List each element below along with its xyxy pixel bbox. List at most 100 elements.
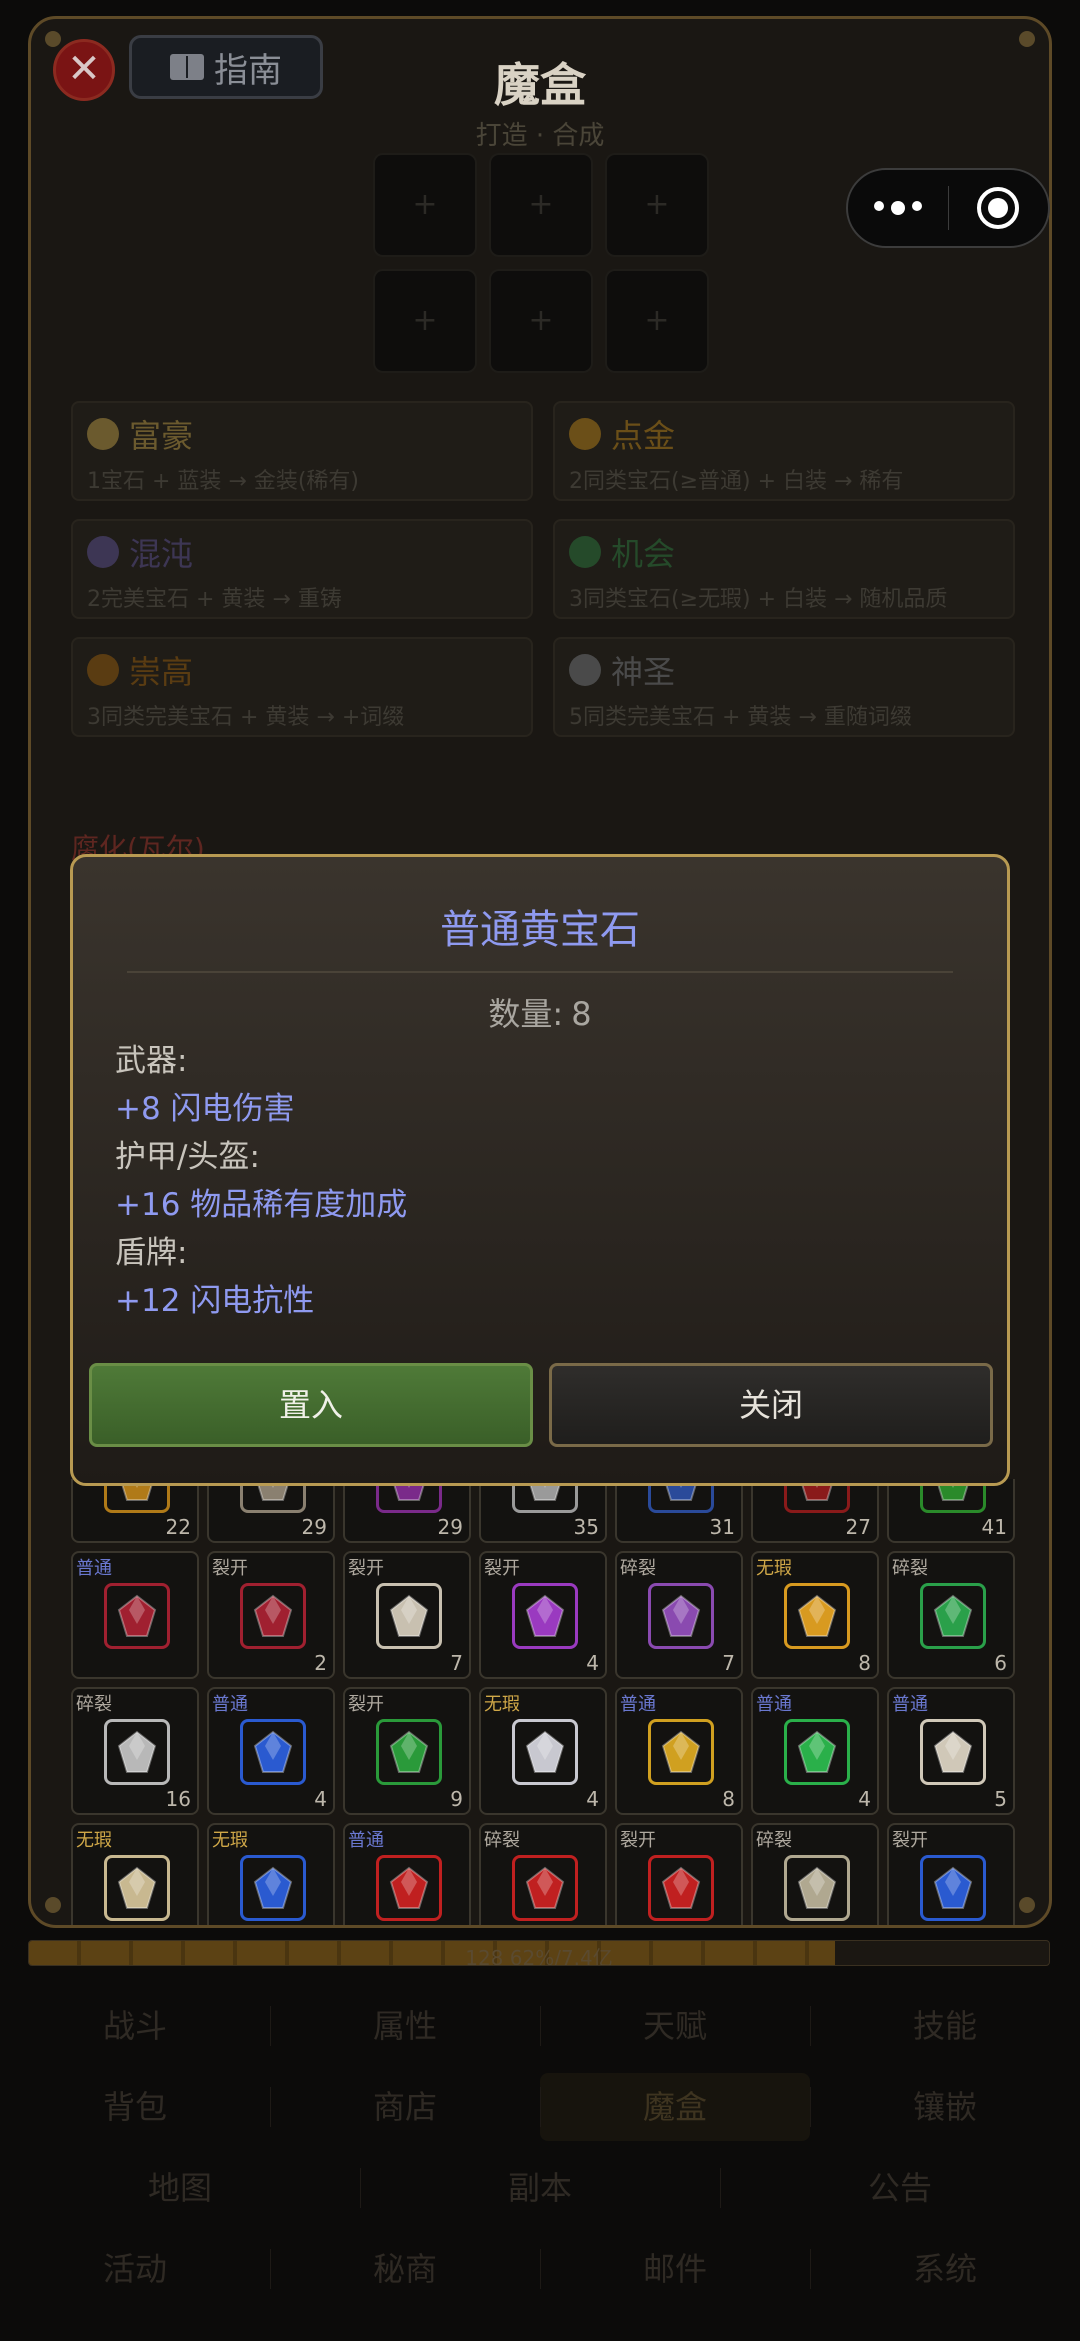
rivet-decoration — [45, 1897, 61, 1913]
quality-tag: 碎裂 — [620, 1558, 656, 1579]
quality-tag: 无瑕 — [212, 1830, 248, 1851]
nav-row: 战斗 属性 天赋 技能 — [0, 1985, 1080, 2066]
inventory-slot[interactable]: 碎裂 — [479, 1823, 607, 1925]
craft-slot[interactable]: + — [373, 269, 477, 373]
nav-item[interactable]: 副本 — [360, 2154, 720, 2222]
exit-target-icon[interactable] — [949, 187, 1049, 229]
item-count: 27 — [845, 1515, 871, 1539]
diamond-icon — [104, 1719, 170, 1785]
inventory-slot[interactable]: 22 — [71, 1479, 199, 1543]
nav-item[interactable]: 天赋 — [540, 1992, 810, 2060]
inventory-slot[interactable]: 裂开 2 — [207, 1551, 335, 1679]
nav-item[interactable]: 背包 — [0, 2073, 270, 2141]
modal-actions: 置入 关闭 — [89, 1363, 993, 1447]
quality-tag: 裂开 — [892, 1830, 928, 1851]
inventory-slot[interactable]: 35 — [479, 1479, 607, 1543]
inventory-slot[interactable]: 29 — [343, 1479, 471, 1543]
stat-value-weapon: +8 闪电伤害 — [115, 1091, 295, 1127]
inventory-slot[interactable]: 普通 8 — [615, 1687, 743, 1815]
craft-slot[interactable]: + — [489, 153, 593, 257]
craft-slot[interactable]: + — [489, 269, 593, 373]
recipe-description: 5同类完美宝石 + 黄装 → 重随词缀 — [569, 705, 912, 730]
nav-row: 活动 秘商 邮件 系统 — [0, 2228, 1080, 2309]
inventory-slot[interactable]: 碎裂 16 — [71, 1687, 199, 1815]
red-diamond-icon — [104, 1583, 170, 1649]
quality-tag: 无瑕 — [76, 1830, 112, 1851]
inventory-slot[interactable]: 碎裂 — [751, 1823, 879, 1925]
nav-item[interactable]: 系统 — [810, 2235, 1080, 2303]
item-quantity: 数量: 8 — [73, 989, 1007, 1035]
inventory-slot[interactable]: 裂开 9 — [343, 1687, 471, 1815]
stat-category-weapon: 武器: — [115, 1043, 188, 1079]
quality-tag: 普通 — [620, 1694, 656, 1715]
recipe-name: 混沌 — [129, 535, 194, 573]
quality-tag: 裂开 — [620, 1830, 656, 1851]
nav-item[interactable]: 秘商 — [270, 2235, 540, 2303]
inventory-slot[interactable]: 裂开 7 — [343, 1551, 471, 1679]
craft-slot[interactable]: + — [605, 269, 709, 373]
quantity-label: 数量: — [488, 995, 564, 1033]
quality-tag: 普通 — [892, 1694, 928, 1715]
exalted-orb-icon — [87, 654, 119, 686]
recipe-card[interactable]: 机会 3同类宝石(≥无瑕) + 白装 → 随机品质 — [553, 519, 1015, 619]
recipe-card[interactable]: 崇高 3同类完美宝石 + 黄装 → +词缀 — [71, 637, 533, 737]
quality-tag: 普通 — [76, 1558, 112, 1579]
amethyst-icon — [648, 1583, 714, 1649]
craft-slot[interactable]: + — [373, 153, 477, 257]
item-count: 4 — [314, 1787, 327, 1811]
quality-tag: 裂开 — [348, 1558, 384, 1579]
recipe-name: 富豪 — [129, 417, 194, 455]
item-count: 22 — [165, 1515, 191, 1539]
quality-tag: 裂开 — [348, 1694, 384, 1715]
place-button[interactable]: 置入 — [89, 1363, 533, 1447]
inventory-slot[interactable]: 无瑕 8 — [751, 1551, 879, 1679]
nav-item[interactable]: 魔盒 — [540, 2072, 810, 2141]
recipe-card[interactable]: 神圣 5同类完美宝石 + 黄装 → 重随词缀 — [553, 637, 1015, 737]
inventory-slot[interactable]: 裂开 — [887, 1823, 1015, 1925]
inventory-slot[interactable]: 31 — [615, 1479, 743, 1543]
nav-item[interactable]: 属性 — [270, 1992, 540, 2060]
inventory-slot[interactable]: 裂开 — [615, 1823, 743, 1925]
amethyst-icon — [512, 1583, 578, 1649]
inventory-slot[interactable]: 29 — [207, 1479, 335, 1543]
quality-tag: 无瑕 — [756, 1558, 792, 1579]
close-button[interactable]: 关闭 — [549, 1363, 993, 1447]
quality-tag: 普通 — [212, 1694, 248, 1715]
inventory-slot[interactable]: 裂开 4 — [479, 1551, 607, 1679]
nav-item[interactable]: 公告 — [720, 2154, 1080, 2222]
nav-item[interactable]: 活动 — [0, 2235, 270, 2303]
item-count: 41 — [981, 1515, 1007, 1539]
inventory-slot[interactable]: 无瑕 — [207, 1823, 335, 1925]
recipe-description: 3同类宝石(≥无瑕) + 白装 → 随机品质 — [569, 587, 948, 612]
nav-item[interactable]: 商店 — [270, 2073, 540, 2141]
experience-bar: 128 62%/7.4亿 — [28, 1940, 1050, 1966]
inventory-slot[interactable]: 41 — [887, 1479, 1015, 1543]
item-count: 16 — [165, 1787, 191, 1811]
craft-slot[interactable]: + — [605, 153, 709, 257]
inventory-slot[interactable]: 碎裂 6 — [887, 1551, 1015, 1679]
nav-item[interactable]: 技能 — [810, 1992, 1080, 2060]
ruby-icon — [648, 1855, 714, 1921]
nav-item[interactable]: 镶嵌 — [810, 2073, 1080, 2141]
inventory-slot[interactable]: 无瑕 4 — [479, 1687, 607, 1815]
inventory-slot[interactable]: 普通 — [71, 1551, 199, 1679]
inventory-slot[interactable]: 27 — [751, 1479, 879, 1543]
inventory-slot[interactable]: 普通 5 — [887, 1687, 1015, 1815]
nav-item[interactable]: 邮件 — [540, 2235, 810, 2303]
recipe-card[interactable]: 富豪 1宝石 + 蓝装 → 金装(稀有) — [71, 401, 533, 501]
inventory-slot[interactable]: 普通 4 — [207, 1687, 335, 1815]
inventory-slot[interactable]: 普通 4 — [751, 1687, 879, 1815]
rivet-decoration — [45, 31, 61, 47]
inventory-slot[interactable]: 无瑕 — [71, 1823, 199, 1925]
recipe-name: 神圣 — [611, 653, 676, 691]
inventory-slot[interactable]: 普通 — [343, 1823, 471, 1925]
emerald-icon — [784, 1719, 850, 1785]
inventory-slot[interactable]: 碎裂 7 — [615, 1551, 743, 1679]
nav-row: 背包 商店 魔盒 镶嵌 — [0, 2066, 1080, 2147]
nav-item[interactable]: 地图 — [0, 2154, 360, 2222]
nav-item[interactable]: 战斗 — [0, 1992, 270, 2060]
recipe-card[interactable]: 点金 2同类宝石(≥普通) + 白装 → 稀有 — [553, 401, 1015, 501]
recipe-card[interactable]: 混沌 2完美宝石 + 黄装 → 重铸 — [71, 519, 533, 619]
more-icon[interactable] — [848, 201, 948, 215]
inventory-grid: 22 29 29 35 31 27 41 普通 裂开 2 裂开 7 裂开 4 碎裂 7 无瑕 8 碎裂 6 碎裂 16 普通… — [71, 1479, 1015, 1925]
